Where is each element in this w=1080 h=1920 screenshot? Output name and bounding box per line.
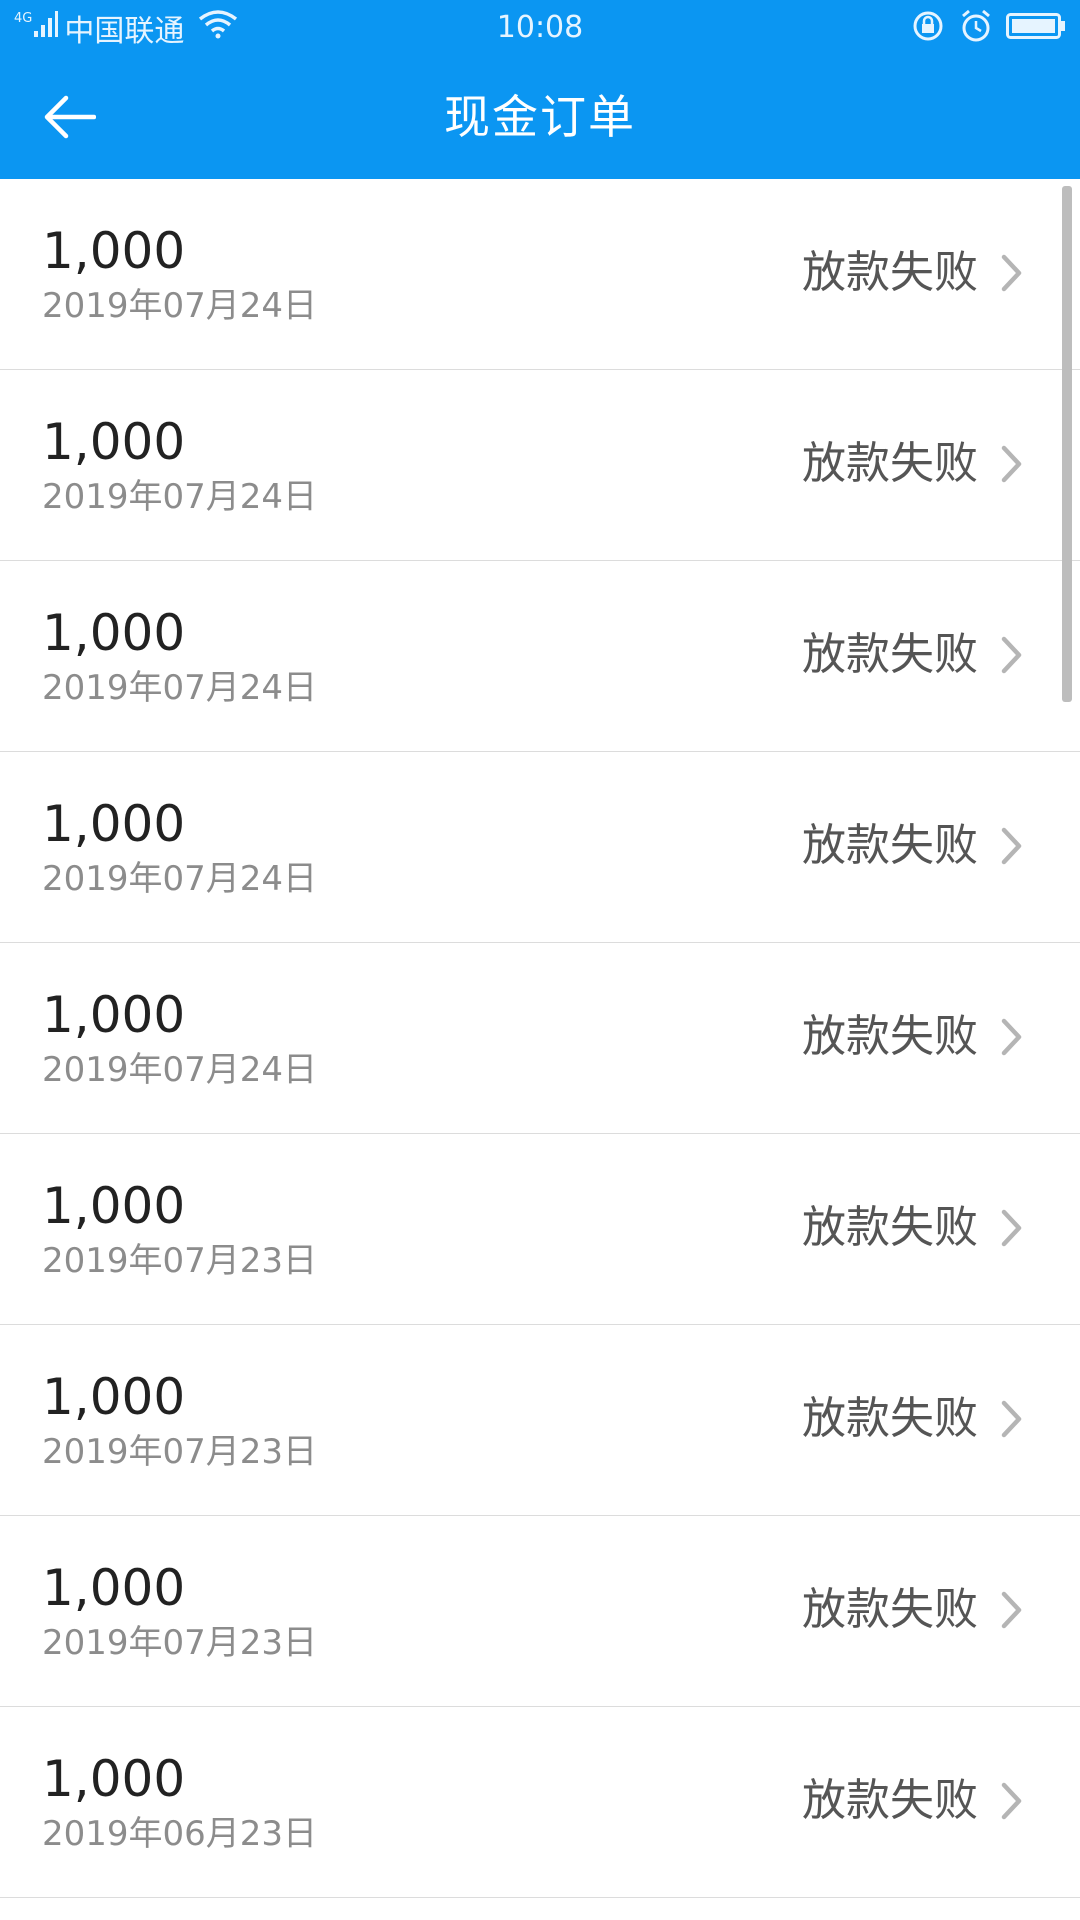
order-list[interactable]: 1,000 2019年07月24日 放款失败 1,000 2019年07月24日 放款失败… <box>0 179 1080 1920</box>
title-bar: 现金订单 <box>0 56 1080 179</box>
order-status: 放款失败 <box>802 1202 978 1253</box>
order-amount: 1,000 <box>42 604 186 662</box>
chevron-right-icon <box>999 1015 1025 1059</box>
chevron-right-icon <box>999 633 1025 677</box>
order-status: 放款失败 <box>802 629 978 680</box>
order-date: 2019年07月24日 <box>42 477 318 517</box>
app-screen: 4G 中国联通 10:08 现金订单 1,000 2019年07月24日 放款失… <box>0 0 1080 1920</box>
order-row[interactable]: 1,000 2019年07月24日 放款失败 <box>0 752 1080 943</box>
order-row[interactable]: 1,000 2019年06月23日 放款失败 <box>0 1707 1080 1898</box>
chevron-right-icon <box>999 1779 1025 1823</box>
order-status: 放款失败 <box>802 1584 978 1635</box>
scrollbar[interactable] <box>1062 186 1072 702</box>
order-amount: 1,000 <box>42 1368 186 1426</box>
order-date: 2019年07月23日 <box>42 1432 318 1472</box>
order-row[interactable]: 1,000 2019年07月24日 放款失败 <box>0 370 1080 561</box>
order-amount: 1,000 <box>42 986 186 1044</box>
status-bar: 4G 中国联通 10:08 <box>0 0 1080 56</box>
order-row[interactable]: 1,000 2019年07月24日 放款失败 <box>0 561 1080 752</box>
order-date: 2019年07月24日 <box>42 668 318 708</box>
order-date: 2019年07月24日 <box>42 859 318 899</box>
order-amount: 1,000 <box>42 1750 186 1808</box>
order-row[interactable]: 1,000 2019年07月24日 放款失败 <box>0 943 1080 1134</box>
order-status: 放款失败 <box>802 247 978 298</box>
chevron-right-icon <box>999 824 1025 868</box>
order-amount: 1,000 <box>42 795 186 853</box>
chevron-right-icon <box>999 1588 1025 1632</box>
order-status: 放款失败 <box>802 1775 978 1826</box>
page-title: 现金订单 <box>444 90 636 144</box>
order-status: 放款失败 <box>802 438 978 489</box>
order-status: 放款失败 <box>802 820 978 871</box>
chevron-right-icon <box>999 1397 1025 1441</box>
order-amount: 1,000 <box>42 1177 186 1235</box>
order-status: 放款失败 <box>802 1393 978 1444</box>
chevron-right-icon <box>999 442 1025 486</box>
order-row[interactable]: 1,000 2019年07月24日 放款失败 <box>0 179 1080 370</box>
alarm-icon <box>960 9 992 47</box>
order-status: 放款失败 <box>802 1011 978 1062</box>
order-date: 2019年07月24日 <box>42 286 318 326</box>
battery-icon <box>1006 11 1066 45</box>
order-amount: 1,000 <box>42 222 186 280</box>
order-date: 2019年07月23日 <box>42 1241 318 1281</box>
order-date: 2019年06月23日 <box>42 1814 318 1854</box>
order-amount: 1,000 <box>42 1559 186 1617</box>
order-amount: 1,000 <box>42 413 186 471</box>
order-date: 2019年07月23日 <box>42 1623 318 1663</box>
order-row[interactable]: 1,000 2019年07月23日 放款失败 <box>0 1516 1080 1707</box>
order-date: 2019年07月24日 <box>42 1050 318 1090</box>
chevron-right-icon <box>999 1206 1025 1250</box>
order-row[interactable]: 1,000 2019年07月23日 放款失败 <box>0 1325 1080 1516</box>
lock-rotation-icon <box>912 9 946 47</box>
chevron-right-icon <box>999 251 1025 295</box>
order-row[interactable]: 1,000 2019年07月23日 放款失败 <box>0 1134 1080 1325</box>
status-right <box>912 8 1066 48</box>
